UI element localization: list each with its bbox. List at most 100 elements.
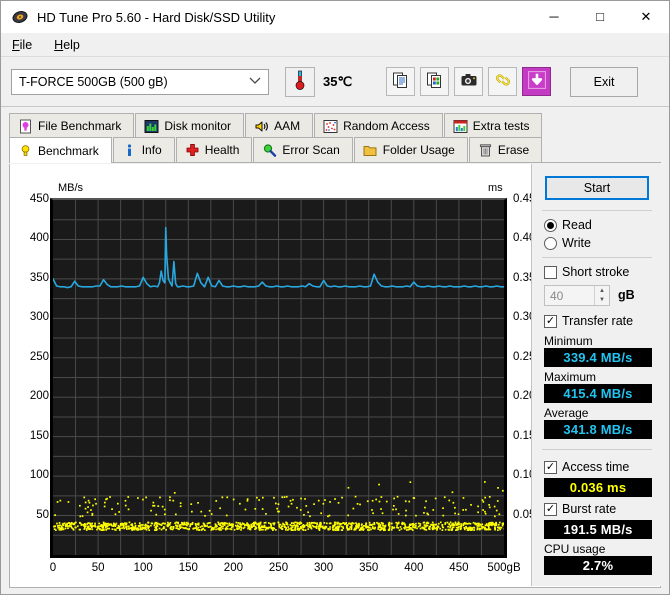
transfer-rate-label: Transfer rate [562, 314, 634, 328]
tab-error-scan-label: Error Scan [282, 143, 340, 157]
hdtune-window: HD Tune Pro 5.60 - Hard Disk/SSD Utility… [0, 0, 670, 595]
cpu-usage-label: CPU usage [544, 542, 606, 556]
minimize-button[interactable]: ─ [531, 1, 577, 32]
thermometer-icon [294, 69, 306, 94]
x-tick-label: 450 [449, 562, 469, 574]
burst-rate-checkbox[interactable]: ✓ Burst rate [544, 502, 616, 516]
copy-text-button[interactable] [386, 67, 416, 96]
drive-select[interactable]: T-FORCE 500GB (500 gB) [11, 68, 269, 95]
access-time-label: Access time [562, 460, 630, 474]
divider-1 [542, 210, 652, 211]
average-value: 341.8 MB/s [563, 422, 633, 437]
tab-aam[interactable]: AAM [245, 113, 314, 138]
yellow-bulb-icon [18, 143, 33, 158]
minimum-label: Minimum [544, 334, 593, 348]
read-label: Read [562, 218, 592, 232]
stepper-buttons[interactable]: ▲ ▼ [594, 286, 609, 305]
download-button[interactable] [522, 67, 552, 96]
tab-folder-usage[interactable]: Folder Usage [353, 137, 468, 162]
magnifier-icon [262, 143, 277, 158]
x-tick-label: 350 [359, 562, 379, 574]
red-cross-icon [185, 143, 200, 158]
menu-help-rest: elp [63, 37, 80, 52]
short-stroke-label: Short stroke [562, 265, 630, 279]
tab-random-access-label: Random Access [343, 119, 430, 133]
start-button[interactable]: Start [545, 176, 649, 200]
tab-info-label: Info [141, 143, 162, 157]
bar-chart-icon [144, 119, 159, 134]
tab-file-benchmark[interactable]: File Benchmark [9, 113, 135, 138]
stepper-up-icon[interactable]: ▲ [595, 286, 609, 296]
tab-random-access[interactable]: Random Access [314, 113, 443, 138]
burst-rate-checkbox-icon: ✓ [544, 502, 557, 516]
tab-disk-monitor[interactable]: Disk monitor [135, 113, 245, 138]
y-tick-label: 150 [29, 429, 49, 442]
temperature-indicator [285, 66, 315, 97]
screenshot-button[interactable] [454, 67, 484, 96]
tab-info[interactable]: Info [112, 137, 175, 162]
tab-erase-label: Erase [497, 143, 530, 157]
folder-icon [363, 143, 378, 158]
tab-erase[interactable]: Erase [468, 137, 543, 162]
divider-3 [542, 449, 652, 450]
cpu-usage-value-box: 2.7% [544, 556, 652, 575]
speaker-icon [254, 119, 269, 134]
chevron-down-icon [249, 76, 264, 87]
transfer-rate-checkbox-icon: ✓ [544, 314, 557, 328]
tab-benchmark[interactable]: Benchmark [9, 137, 112, 163]
short-stroke-stepper[interactable]: 40 ▲ ▼ [544, 285, 610, 306]
tab-health-label: Health [204, 143, 240, 157]
tab-bar: File Benchmark Disk monitor AAM Random A… [1, 107, 669, 165]
menu-file[interactable]: File [1, 35, 43, 55]
close-button[interactable]: ✕ [623, 1, 669, 32]
chart-canvas [53, 200, 504, 555]
exit-button[interactable]: Exit [570, 66, 639, 97]
copy-image-icon [426, 71, 444, 92]
title-bar: HD Tune Pro 5.60 - Hard Disk/SSD Utility… [1, 1, 669, 33]
y-axis-label: MB/s [58, 182, 84, 194]
short-stroke-unit: gB [618, 288, 635, 302]
short-stroke-value: 40 [550, 288, 564, 303]
maximize-button[interactable]: □ [577, 1, 623, 32]
tab-file-benchmark-label: File Benchmark [38, 119, 122, 133]
stepper-down-icon[interactable]: ▼ [595, 296, 609, 306]
trash-icon [478, 143, 493, 158]
radio-read[interactable]: Read [544, 218, 592, 232]
y-tick-label: 250 [29, 350, 49, 363]
tab-health[interactable]: Health [175, 137, 253, 162]
toolbar: T-FORCE 500GB (500 gB) 35℃ Exit [1, 57, 669, 107]
tab-disk-monitor-label: Disk monitor [164, 119, 232, 133]
link-button[interactable] [488, 67, 518, 96]
tab-benchmark-label: Benchmark [38, 143, 99, 158]
short-stroke-checkbox[interactable]: Short stroke [544, 265, 629, 279]
scatter-icon [323, 119, 338, 134]
chart-plot-area [50, 198, 507, 558]
tab-error-scan[interactable]: Error Scan [253, 137, 353, 162]
y-tick-label: 300 [29, 311, 49, 324]
write-radio-icon [544, 236, 557, 250]
x-tick-label: 0 [49, 562, 57, 574]
tab-aam-label: AAM [274, 119, 301, 133]
menu-help[interactable]: Help [43, 35, 91, 55]
tab-row-top: File Benchmark Disk monitor AAM Random A… [9, 113, 543, 138]
copy-image-button[interactable] [420, 67, 450, 96]
y-tick-label: 100 [29, 469, 49, 482]
radio-write[interactable]: Write [544, 236, 591, 250]
camera-icon [460, 71, 478, 92]
benchmark-panel: MB/s ms 50 100 150 200 250 300 350 400 450 0.05 0… [9, 164, 661, 588]
y-tick-label: 400 [29, 232, 49, 245]
transfer-rate-checkbox[interactable]: ✓ Transfer rate [544, 314, 633, 328]
temperature-value: 35℃ [323, 73, 353, 89]
average-value-box: 341.8 MB/s [544, 420, 652, 439]
tab-extra-tests[interactable]: Extra tests [443, 113, 543, 138]
info-icon [122, 143, 137, 158]
x-tick-label: 150 [178, 562, 198, 574]
tab-row-bottom: Benchmark Info Health Error Scan Folder … [9, 137, 543, 163]
chart-grid-icon [453, 119, 468, 134]
average-label: Average [544, 406, 589, 420]
start-button-label: Start [583, 181, 611, 195]
benchmark-chart: MB/s ms 50 100 150 200 250 300 350 400 450 0.05 0… [10, 164, 536, 586]
access-time-checkbox[interactable]: ✓ Access time [544, 460, 629, 474]
x-tick-label: 400 [404, 562, 424, 574]
short-stroke-checkbox-icon [544, 265, 557, 279]
